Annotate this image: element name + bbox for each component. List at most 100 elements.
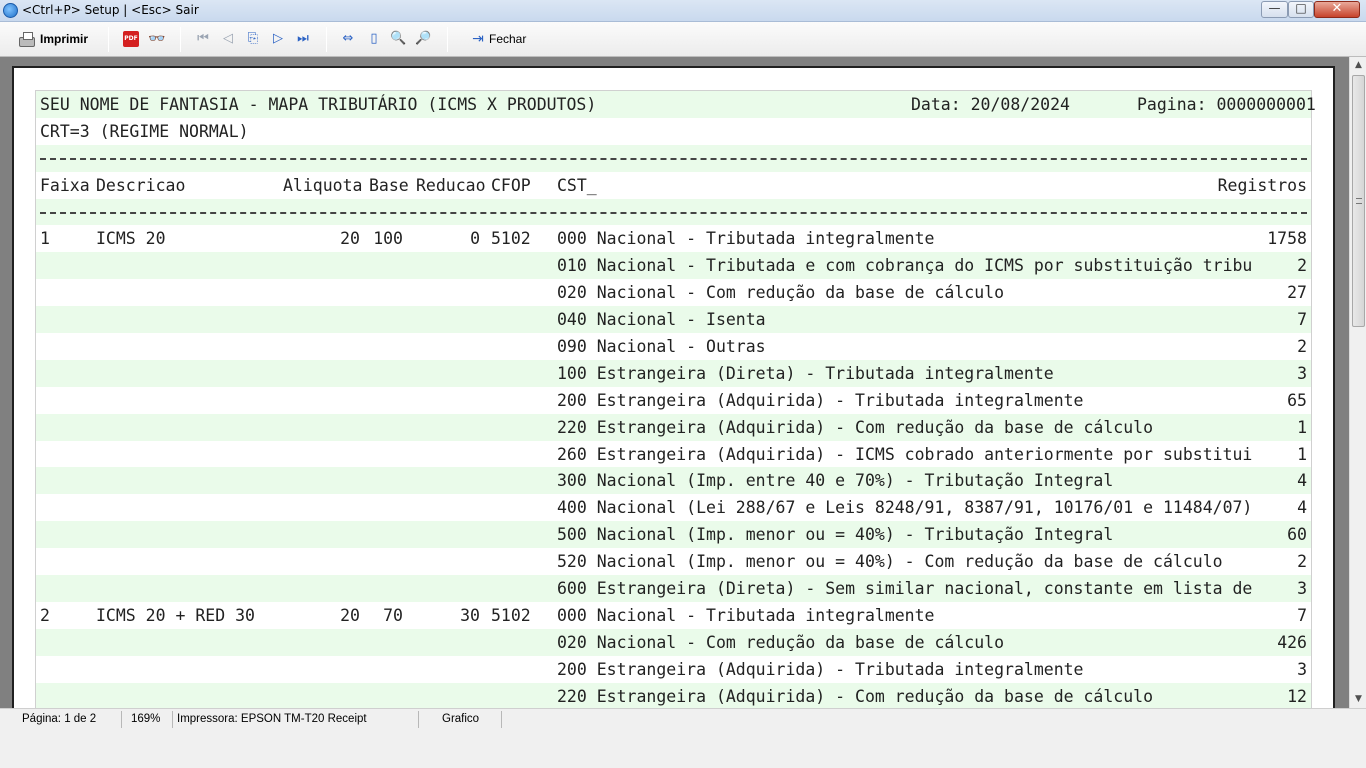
minimize-button[interactable]: — <box>1261 1 1288 18</box>
table-row: 100 Estrangeira (Direta) - Tributada int… <box>36 359 1311 387</box>
table-row: 520 Nacional (Imp. menor ou = 40%) - Com… <box>36 548 1311 575</box>
cell-cst: 020 Nacional - Com redução da base de cá… <box>557 283 1005 303</box>
minimize-icon: — <box>1268 1 1281 15</box>
cell-aliquota: 20 <box>340 229 360 249</box>
table-row: 400 Nacional (Lei 288/67 e Leis 8248/91,… <box>36 494 1311 521</box>
page-width-button[interactable]: ⇔ <box>340 28 356 50</box>
table-row: 220 Estrangeira (Adquirida) - Com reduçã… <box>36 682 1311 710</box>
cell-registros: 7 <box>1297 605 1307 625</box>
table-row: 020 Nacional - Com redução da base de cá… <box>36 628 1311 656</box>
table-row: 200 Estrangeira (Adquirida) - Tributada … <box>36 387 1311 414</box>
close-label: Fechar <box>489 32 527 46</box>
cell-registros: 60 <box>1287 525 1307 545</box>
table-row: 010 Nacional - Tributada e com cobrança … <box>36 252 1311 280</box>
grip-icon <box>1356 198 1362 204</box>
close-report-button[interactable]: ⇥ Fechar <box>470 28 526 50</box>
cell-registros: 4 <box>1297 498 1307 518</box>
report-page-number: Pagina: 0000000001 <box>1137 95 1316 114</box>
table-row: 260 Estrangeira (Adquirida) - ICMS cobra… <box>36 441 1311 468</box>
cell-faixa: 2 <box>40 605 50 625</box>
toolbar-divider <box>447 27 448 52</box>
dashed-divider <box>40 211 1307 214</box>
cell-cst: 600 Estrangeira (Direta) - Sem similar n… <box>557 579 1253 599</box>
cell-descricao: ICMS 20 <box>96 229 166 249</box>
pdf-icon: PDF <box>123 31 139 47</box>
cell-cst: 260 Estrangeira (Adquirida) - ICMS cobra… <box>557 444 1253 464</box>
toolbar-divider <box>326 27 327 52</box>
divider-row <box>36 198 1311 226</box>
close-window-button[interactable]: ✕ <box>1314 1 1360 18</box>
status-page: Página: 1 de 2 <box>18 711 122 728</box>
cell-cst: 220 Estrangeira (Adquirida) - Com reduçã… <box>557 417 1154 437</box>
cell-registros: 12 <box>1287 686 1307 706</box>
report-rows: 1 ICMS 20 20 100 0 5102 000 Nacional - Tributa… <box>36 225 1311 710</box>
report-body: SEU NOME DE FANTASIA - MAPA TRIBUTÁRIO (… <box>35 90 1316 711</box>
cell-base: 100 <box>373 229 403 249</box>
zoom-out-button[interactable]: 🔎 <box>415 28 431 50</box>
cell-cst: 000 Nacional - Tributada integralmente <box>557 605 935 625</box>
first-page-button[interactable]: ⏮ <box>195 28 211 50</box>
app-icon <box>3 3 18 18</box>
next-page-button[interactable]: ▷ <box>270 28 286 50</box>
cell-registros: 426 <box>1277 632 1307 652</box>
cell-cst: 090 Nacional - Outras <box>557 337 766 357</box>
report-viewer[interactable]: SEU NOME DE FANTASIA - MAPA TRIBUTÁRIO (… <box>0 57 1366 726</box>
scroll-up-icon[interactable]: ▲ <box>1350 57 1366 74</box>
status-bar: Página: 1 de 2 169% Impressora: EPSON TM… <box>0 708 1366 768</box>
zoom-in-icon: 🔍 <box>390 31 407 46</box>
col-aliquota: Aliquota <box>283 175 363 195</box>
cell-registros: 4 <box>1297 471 1307 491</box>
cell-registros: 2 <box>1297 337 1307 357</box>
crt-row: CRT=3 (REGIME NORMAL) <box>36 118 1311 145</box>
table-row: 040 Nacional - Isenta 7 <box>36 306 1311 334</box>
cell-cst: 010 Nacional - Tributada e com cobrança … <box>557 256 1253 276</box>
prev-page-button[interactable]: ◁ <box>220 28 236 50</box>
cell-base: 70 <box>383 605 403 625</box>
cell-reducao: 30 <box>460 605 480 625</box>
scroll-down-icon[interactable]: ▼ <box>1350 691 1366 708</box>
report-date: Data: 20/08/2024 <box>911 95 1070 114</box>
goto-page-button[interactable]: ⎘ <box>245 28 261 50</box>
export-pdf-button[interactable]: PDF <box>123 28 139 50</box>
col-descricao: Descricao <box>96 175 186 195</box>
report-header-row: SEU NOME DE FANTASIA - MAPA TRIBUTÁRIO (… <box>36 91 1316 118</box>
next-page-icon: ▷ <box>273 31 283 46</box>
vertical-scrollbar[interactable]: ▲ ▼ <box>1349 57 1366 708</box>
cell-cst: 200 Estrangeira (Adquirida) - Tributada … <box>557 390 1084 410</box>
cell-registros: 65 <box>1287 390 1307 410</box>
window-title: <Ctrl+P> Setup | <Esc> Sair <box>22 3 199 17</box>
cell-cst: 520 Nacional (Imp. menor ou = 40%) - Com… <box>557 552 1223 572</box>
table-row: 200 Estrangeira (Adquirida) - Tributada … <box>36 656 1311 683</box>
maximize-button[interactable]: □ <box>1288 1 1314 18</box>
cell-cst: 040 Nacional - Isenta <box>557 310 766 330</box>
whole-page-button[interactable]: ▯ <box>366 28 382 50</box>
cell-cfop: 5102 <box>491 229 531 249</box>
col-registros: Registros <box>1217 175 1307 195</box>
table-row: 600 Estrangeira (Direta) - Sem similar n… <box>36 575 1311 602</box>
cell-cst: 000 Nacional - Tributada integralmente <box>557 229 935 249</box>
column-header-row: Faixa Descricao Aliquota Base Reducao CF… <box>36 172 1311 199</box>
col-reducao: Reducao <box>416 175 486 195</box>
cell-registros: 1 <box>1297 444 1307 464</box>
cell-cfop: 5102 <box>491 605 531 625</box>
zoom-in-button[interactable]: 🔍 <box>390 28 406 50</box>
crt-label: CRT=3 (REGIME NORMAL) <box>40 121 249 141</box>
last-page-icon: ⏭ <box>297 31 309 46</box>
cell-registros: 27 <box>1287 283 1307 303</box>
print-button[interactable]: Imprimir <box>19 28 88 50</box>
cell-registros: 2 <box>1297 552 1307 572</box>
cell-registros: 7 <box>1297 310 1307 330</box>
cell-descricao: ICMS 20 + RED 30 <box>96 605 255 625</box>
cell-cst: 200 Estrangeira (Adquirida) - Tributada … <box>557 659 1084 679</box>
col-cst: CST_ <box>557 175 597 195</box>
last-page-button[interactable]: ⏭ <box>295 28 311 50</box>
divider-row <box>36 144 1311 172</box>
toolbar: Imprimir PDF 👓 ⏮ ◁ ⎘ ▷ ⏭ ⇔ ▯ 🔍 🔎 ⇥ Fecha… <box>0 22 1366 57</box>
zoom-out-icon: 🔎 <box>415 31 432 46</box>
close-icon: ✕ <box>1331 1 1343 16</box>
scroll-thumb[interactable] <box>1352 75 1365 327</box>
find-button[interactable]: 👓 <box>148 28 166 50</box>
cell-registros: 2 <box>1297 256 1307 276</box>
find-icon: 👓 <box>148 31 166 47</box>
table-row: 090 Nacional - Outras 2 <box>36 333 1311 360</box>
